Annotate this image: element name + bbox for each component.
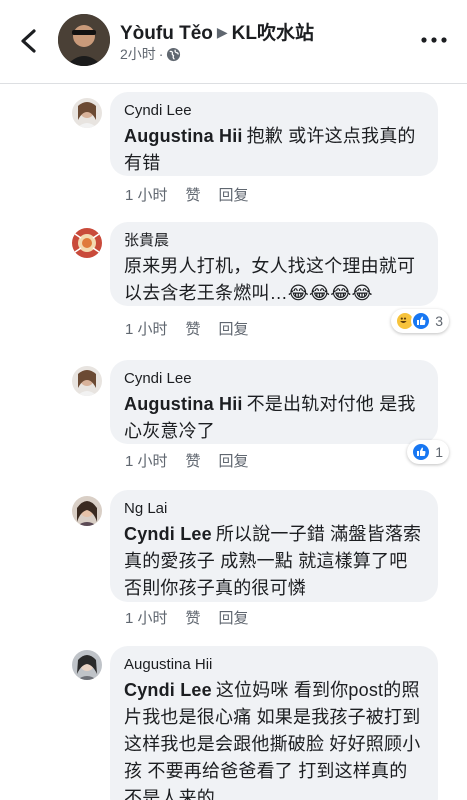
mention-link[interactable]: Cyndi Lee — [124, 680, 212, 700]
comment-bubble: Cyndi Lee Augustina Hii 不是出轨对付他 是我心灰意冷了 — [110, 360, 438, 444]
avatar[interactable] — [72, 228, 102, 258]
comment-text: Cyndi Lee 这位妈咪 看到你post的照片我也是很心痛 如果是我孩子被打到… — [124, 677, 424, 800]
meta-separator: · — [158, 46, 164, 62]
like-button[interactable]: 赞 — [186, 187, 201, 204]
reply-button[interactable]: 回复 — [219, 453, 249, 470]
like-button[interactable]: 赞 — [186, 453, 201, 470]
comment-bubble: 张貴晨 原来男人打机，女人找这个理由就可以去含老王条燃叫…😂😂😂😂 — [110, 222, 438, 306]
comment-author[interactable]: Cyndi Lee — [124, 368, 424, 390]
comment-time[interactable]: 1 小时 — [125, 453, 168, 470]
avatar[interactable] — [72, 366, 102, 396]
reply-button[interactable]: 回复 — [219, 321, 249, 338]
reaction-count: 1 — [435, 444, 443, 460]
comment-actions: 1 小时 赞 回复 — [125, 607, 267, 628]
comment-time[interactable]: 1 小时 — [125, 321, 168, 338]
comment-author[interactable]: Augustina Hii — [124, 654, 424, 676]
like-button[interactable]: 赞 — [186, 610, 201, 627]
comment-text: Augustina Hii 抱歉 或许这点我真的有错 — [124, 123, 424, 177]
globe-icon — [166, 47, 181, 62]
like-icon — [411, 442, 432, 462]
more-options-icon[interactable] — [419, 30, 449, 50]
mention-link[interactable]: Cyndi Lee — [124, 524, 212, 544]
comment-bubble: Ng Lai Cyndi Lee 所以說一子錯 滿盤皆落索 真的愛孩子 成熟一點 … — [110, 490, 438, 602]
back-arrow-icon[interactable] — [14, 24, 44, 58]
comment-actions: 1 小时 赞 回复 — [125, 184, 267, 205]
comment-bubble: Cyndi Lee Augustina Hii 抱歉 或许这点我真的有错 — [110, 92, 438, 176]
reaction-summary[interactable]: 1 — [407, 440, 449, 464]
mention-link[interactable]: Augustina Hii — [124, 126, 243, 146]
avatar[interactable] — [72, 650, 102, 680]
page-avatar[interactable] — [58, 14, 110, 66]
comment-bubble: Augustina Hii Cyndi Lee 这位妈咪 看到你post的照片我也… — [110, 646, 438, 800]
comment-text: Cyndi Lee 所以說一子錯 滿盤皆落索 真的愛孩子 成熟一點 就這樣算了吧 … — [124, 521, 424, 602]
comment-time[interactable]: 1 小时 — [125, 610, 168, 627]
comment-author[interactable]: Ng Lai — [124, 498, 424, 520]
post-time[interactable]: 2小时 — [120, 46, 156, 62]
comment-time[interactable]: 1 小时 — [125, 187, 168, 204]
avatar[interactable] — [72, 98, 102, 128]
post-meta: 2小时 · — [120, 44, 181, 64]
avatar[interactable] — [72, 496, 102, 526]
comment-text: Augustina Hii 不是出轨对付他 是我心灰意冷了 — [124, 391, 424, 445]
comment-actions: 1 小时 赞 回复 — [125, 450, 267, 471]
comment-author[interactable]: Cyndi Lee — [124, 100, 424, 122]
comment-actions: 1 小时 赞 回复 — [125, 318, 267, 339]
reaction-count: 3 — [435, 313, 443, 329]
comment-text: 原来男人打机，女人找这个理由就可以去含老王条燃叫…😂😂😂😂 — [124, 256, 416, 303]
share-arrow-icon: ▶ — [216, 24, 228, 40]
post-title[interactable]: Yòufu Těo ▶ KL吹水站 — [120, 18, 314, 45]
page-name[interactable]: Yòufu Těo — [120, 23, 213, 44]
reply-button[interactable]: 回复 — [219, 610, 249, 627]
reply-button[interactable]: 回复 — [219, 187, 249, 204]
reaction-summary[interactable]: 3 — [391, 309, 449, 333]
comment-author[interactable]: 张貴晨 — [124, 230, 424, 252]
group-name[interactable]: KL吹水站 — [232, 23, 314, 44]
like-button[interactable]: 赞 — [186, 321, 201, 338]
post-header: Yòufu Těo ▶ KL吹水站 2小时 · — [0, 0, 467, 84]
mention-link[interactable]: Augustina Hii — [124, 394, 243, 414]
like-icon — [411, 311, 432, 331]
